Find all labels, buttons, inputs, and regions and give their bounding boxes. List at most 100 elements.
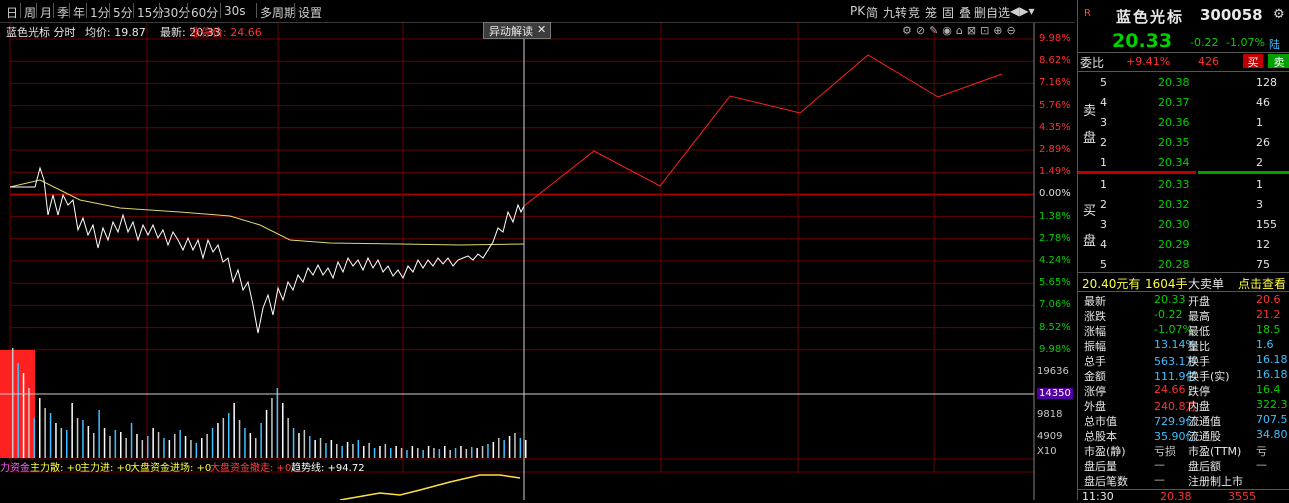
price-change: -0.22 — [1190, 36, 1219, 49]
volume-bar — [233, 403, 235, 458]
bids-vol: 155 — [1256, 218, 1277, 231]
volume-bar — [454, 448, 457, 458]
intraday-chart[interactable] — [0, 0, 1077, 500]
volume-bar — [325, 443, 327, 458]
asks-price: 20.34 — [1158, 156, 1190, 169]
price-axis-label: 9.98% — [1039, 343, 1071, 355]
volume-bar — [249, 433, 252, 458]
period-6[interactable]: 5分 — [113, 4, 133, 21]
stat-l2: 换手 — [1188, 355, 1210, 368]
asks-level: 3 — [1100, 116, 1107, 129]
sell-side-label-1: 卖 — [1083, 104, 1097, 119]
main-force-scatter: 主力散: +0 — [30, 463, 82, 474]
period-toolbar: 日周月季年 1分 5分 15分 30分 60分 30s 多周期 设置 PK 简九转竞笼固叠删自选 ◀▶… — [0, 0, 1075, 23]
volume-bar — [66, 430, 68, 458]
volume-bar — [228, 413, 230, 458]
toolbar-right-7[interactable]: 删自选 — [974, 4, 1010, 21]
sell-button[interactable]: 卖 — [1268, 54, 1289, 69]
volume-bar — [514, 433, 516, 458]
asks-price: 20.36 — [1158, 116, 1190, 129]
period-12[interactable]: 设置 — [298, 4, 322, 21]
volume-bar — [476, 448, 478, 458]
price-axis-label: 4.24% — [1039, 255, 1071, 266]
price-axis-label: 7.16% — [1039, 77, 1071, 89]
bids-price: 20.29 — [1158, 238, 1190, 251]
volume-bar — [255, 438, 257, 458]
price-change-pct: -1.07% — [1226, 36, 1265, 49]
volume-bar — [406, 450, 408, 458]
volume-bar — [87, 426, 90, 458]
asks-vol: 128 — [1256, 76, 1277, 89]
asks-vol: 46 — [1256, 96, 1270, 109]
bids-price: 20.28 — [1158, 258, 1190, 271]
average-price-line — [9, 179, 525, 246]
toolbar-right-6[interactable]: 叠 — [959, 4, 971, 21]
volume-bar — [33, 418, 36, 458]
bids-level: 5 — [1100, 258, 1107, 271]
volume-bar — [60, 428, 63, 458]
stat-l2: 跌停 — [1188, 385, 1210, 398]
stat-l1: 外盘 — [1084, 400, 1106, 413]
volume-bar — [465, 449, 468, 458]
anomaly-popup-label: 异动解读 — [489, 25, 533, 38]
price-axis-label: 1.38% — [1039, 210, 1071, 222]
last-tick-time: 11:30 — [1082, 490, 1114, 503]
volume-bar — [163, 438, 165, 458]
period-1[interactable]: 周 — [24, 4, 36, 21]
period-3[interactable]: 季 — [57, 4, 69, 21]
buy-side-label-1: 买 — [1083, 204, 1097, 219]
volume-bar — [346, 442, 349, 458]
close-icon[interactable]: ✕ — [537, 23, 546, 36]
chart-tool-icons[interactable]: ⚙⊘✎◉⌂⊠⊡⊕⊖ — [902, 24, 1020, 37]
big-order-link[interactable]: 点击查看 — [1238, 275, 1286, 292]
indicator-bar: 力资金 主力散: +0 主力进: +0 大盘资金进场: +0 大盘资金撤走: +… — [0, 459, 1034, 474]
period-10[interactable]: 30s — [224, 4, 246, 18]
period-7[interactable]: 15分 — [137, 4, 164, 21]
period-0[interactable]: 日 — [6, 4, 18, 21]
avg-price-label: 均价: 19.87 — [85, 26, 146, 39]
period-11[interactable]: 多周期 — [260, 4, 296, 21]
period-2[interactable]: 月 — [40, 4, 52, 21]
period-9[interactable]: 60分 — [191, 4, 218, 21]
bids-price: 20.32 — [1158, 198, 1190, 211]
bids-vol: 3 — [1256, 198, 1263, 211]
period-5[interactable]: 1分 — [90, 4, 110, 21]
asks-price: 20.37 — [1158, 96, 1190, 109]
price-axis-label: 7.06% — [1039, 299, 1071, 311]
period-4[interactable]: 年 — [73, 4, 85, 21]
settings-icon[interactable]: ⚙ — [1273, 7, 1285, 22]
toolbar-right-3[interactable]: 竞 — [908, 4, 920, 21]
toolbar-right-5[interactable]: 固 — [942, 4, 954, 21]
volume-bar — [260, 423, 262, 458]
stat-v1: 20.33 — [1154, 293, 1186, 306]
toolbar-right-0[interactable]: PK — [850, 4, 865, 18]
volume-bar — [206, 434, 208, 458]
volume-bar — [417, 448, 419, 458]
volume-axis-label: 19636 — [1037, 366, 1069, 377]
volume-bar — [17, 363, 19, 458]
price-line — [10, 166, 525, 334]
bids-vol: 12 — [1256, 238, 1270, 251]
anomaly-popup[interactable]: 异动解读 ✕ — [483, 22, 551, 39]
toolbar-right-4[interactable]: 笼 — [925, 4, 937, 21]
toolbar-right-2[interactable]: 九转 — [883, 4, 907, 21]
volume-bar — [222, 418, 225, 458]
buy-button[interactable]: 买 — [1243, 54, 1263, 69]
volume-bar — [114, 430, 117, 458]
volume-bar — [449, 450, 451, 458]
bids-level: 4 — [1100, 238, 1107, 251]
stat-l1: 总市值 — [1084, 415, 1117, 428]
big-order-type: 大卖单 — [1188, 277, 1225, 291]
stat-v2: 20.6 — [1256, 293, 1281, 306]
stat-v1: 亏损 — [1154, 445, 1176, 458]
stat-l2: 市盈(TTM) — [1188, 445, 1242, 458]
stock-name: 蓝色光标 — [1116, 8, 1185, 26]
nav-arrows-icon[interactable]: ◀▶▾ — [1010, 4, 1034, 18]
volume-bar — [384, 444, 387, 458]
stat-v2: 亏 — [1256, 445, 1267, 458]
volume-bar — [422, 450, 424, 458]
stat-v1: -0.22 — [1154, 308, 1183, 321]
volume-bar — [336, 444, 338, 458]
toolbar-right-1[interactable]: 简 — [866, 4, 878, 21]
asks-price: 20.35 — [1158, 136, 1190, 149]
